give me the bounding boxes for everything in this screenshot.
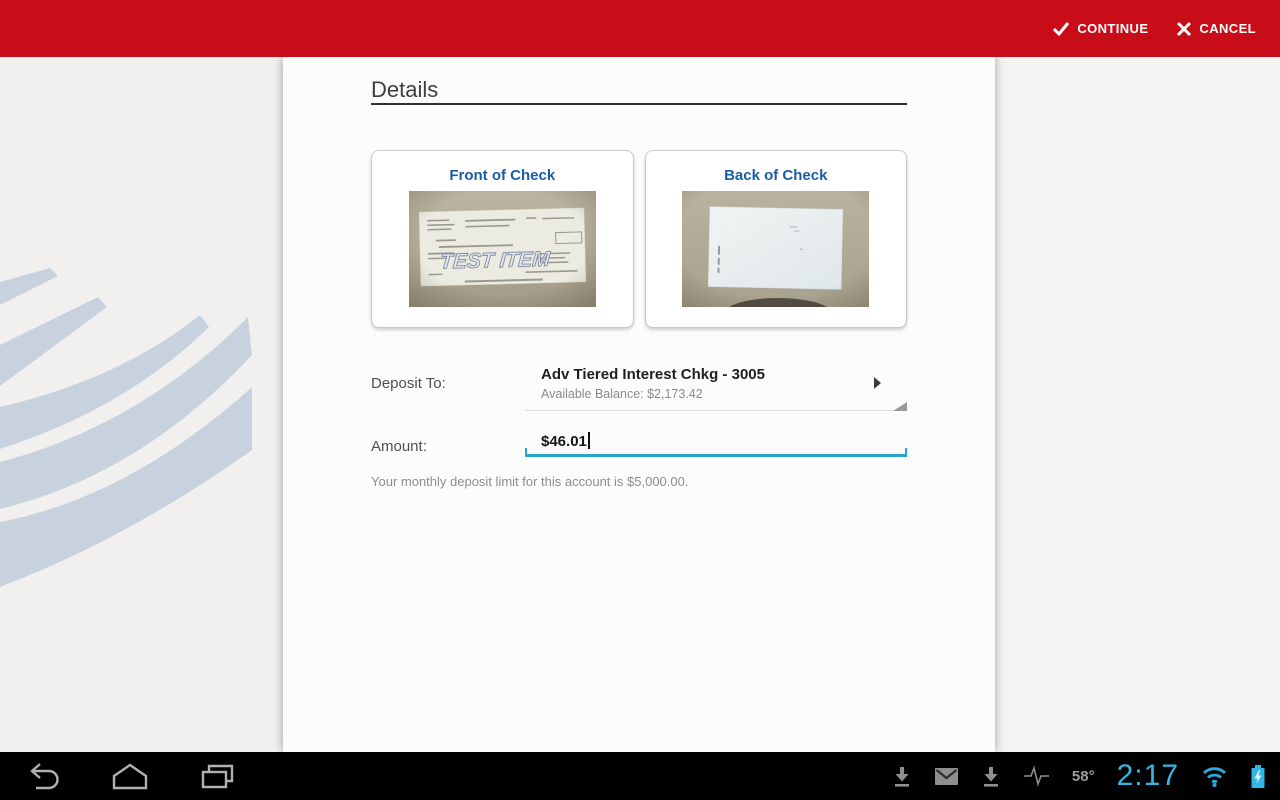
continue-button[interactable]: CONTINUE (1038, 0, 1162, 57)
check-image-cards: Front of Check Back of Check (371, 150, 907, 328)
download-notification-icon-2[interactable] (981, 765, 1001, 788)
deposit-limit-note: Your monthly deposit limit for this acco… (371, 474, 689, 489)
cancel-button[interactable]: CANCEL (1162, 0, 1270, 57)
spinner-corner-handle-icon (893, 402, 907, 411)
front-of-check-title: Front of Check (449, 167, 556, 184)
home-icon (112, 763, 148, 790)
text-cursor (587, 432, 590, 449)
recent-apps-icon (201, 764, 234, 789)
background-right (995, 57, 1280, 752)
recent-apps-button[interactable] (196, 761, 240, 791)
system-nav-bar: 58° 2:17 (0, 752, 1280, 800)
gmail-notification-icon[interactable] (934, 767, 959, 786)
app-bar: CONTINUE CANCEL (0, 0, 1280, 57)
back-of-check-image[interactable] (682, 191, 870, 307)
temperature-readout: 58° (1071, 767, 1095, 785)
front-of-check-image[interactable]: TEST ITEM (408, 191, 596, 307)
amount-value: $46.01 (541, 433, 587, 450)
background-left (0, 57, 283, 752)
clock[interactable]: 2:17 (1117, 759, 1179, 793)
available-balance: Available Balance: $2,173.42 (541, 387, 703, 401)
checkmark-icon (1052, 21, 1070, 37)
home-button[interactable] (108, 761, 152, 791)
battery-charging-icon (1250, 764, 1266, 789)
account-name: Adv Tiered Interest Chkg - 3005 (541, 366, 765, 383)
download-notification-icon[interactable] (892, 765, 912, 788)
back-icon (30, 763, 59, 790)
deposit-to-spinner[interactable]: Adv Tiered Interest Chkg - 3005 Availabl… (525, 365, 907, 411)
back-of-check-title: Back of Check (724, 167, 828, 184)
amount-input[interactable]: $46.01 (525, 429, 907, 457)
back-button[interactable] (20, 761, 64, 791)
close-icon (1176, 21, 1192, 37)
continue-label: CONTINUE (1077, 21, 1149, 36)
deposit-to-label: Deposit To: (371, 375, 446, 392)
wifi-icon (1201, 765, 1228, 788)
front-of-check-card[interactable]: Front of Check (371, 150, 634, 328)
activity-signal-icon[interactable] (1023, 764, 1050, 788)
amount-label: Amount: (371, 438, 427, 455)
page-title: Details (371, 77, 439, 102)
spinner-arrow-icon (874, 377, 881, 389)
back-of-check-card[interactable]: Back of Check (644, 150, 907, 328)
title-divider (371, 103, 907, 105)
deposit-details-panel: Details Front of Check Back of Check Dep… (283, 57, 995, 752)
cancel-label: CANCEL (1199, 21, 1256, 36)
